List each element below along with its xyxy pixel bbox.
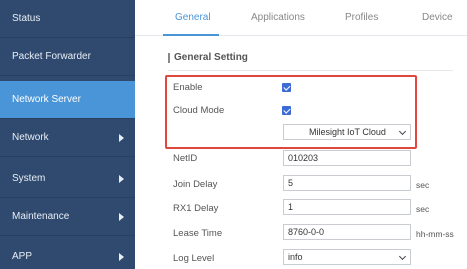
chevron-right-icon bbox=[119, 134, 124, 142]
lease-time-unit: hh-mm-ss bbox=[416, 229, 454, 239]
rx1-delay-unit: sec bbox=[416, 204, 430, 214]
sidebar-item-system[interactable]: System bbox=[0, 160, 135, 198]
sidebar: Status Packet Forwarder Network Server N… bbox=[0, 0, 135, 269]
join-delay-field[interactable]: 5 bbox=[283, 175, 411, 191]
sidebar-item-label: System bbox=[12, 173, 46, 184]
lease-time-value: 8760-0-0 bbox=[288, 227, 325, 237]
join-delay-label: Join Delay bbox=[173, 179, 218, 190]
lease-time-field[interactable]: 8760-0-0 bbox=[283, 224, 411, 240]
tab-bar: General Applications Profiles Device bbox=[135, 0, 467, 36]
rx1-delay-field[interactable]: 1 bbox=[283, 199, 411, 215]
sidebar-item-network[interactable]: Network bbox=[0, 119, 135, 157]
section-divider bbox=[168, 70, 453, 71]
chevron-down-icon bbox=[398, 252, 407, 261]
sidebar-item-maintenance[interactable]: Maintenance bbox=[0, 198, 135, 236]
sidebar-item-label: APP bbox=[12, 251, 33, 262]
active-tab-indicator bbox=[163, 34, 219, 36]
tab-device[interactable]: Device bbox=[422, 12, 453, 23]
highlight-box bbox=[165, 75, 417, 149]
chevron-right-icon bbox=[119, 213, 124, 221]
log-level-value: info bbox=[288, 252, 303, 262]
sidebar-item-app[interactable]: APP bbox=[0, 238, 135, 269]
sidebar-item-label: Network Server bbox=[12, 94, 81, 105]
section-title: General Setting bbox=[168, 53, 248, 63]
sidebar-item-label: Packet Forwarder bbox=[12, 51, 91, 62]
sidebar-item-label: Network bbox=[12, 132, 49, 143]
netid-field[interactable]: 010203 bbox=[283, 150, 411, 166]
lease-time-label: Lease Time bbox=[173, 228, 223, 239]
join-delay-unit: sec bbox=[416, 180, 430, 190]
log-level-select[interactable]: info bbox=[283, 249, 411, 265]
rx1-delay-label: RX1 Delay bbox=[173, 203, 219, 214]
sidebar-item-status[interactable]: Status bbox=[0, 0, 135, 38]
tab-profiles[interactable]: Profiles bbox=[345, 12, 378, 23]
chevron-right-icon bbox=[119, 253, 124, 261]
sidebar-item-label: Maintenance bbox=[12, 211, 70, 222]
sidebar-item-label: Status bbox=[12, 13, 41, 24]
sidebar-item-network-server[interactable]: Network Server bbox=[0, 81, 135, 119]
netid-value: 010203 bbox=[288, 153, 319, 163]
tab-general[interactable]: General bbox=[175, 12, 211, 23]
chevron-right-icon bbox=[119, 175, 124, 183]
log-level-label: Log Level bbox=[173, 253, 215, 264]
netid-label: NetID bbox=[173, 153, 198, 164]
rx1-delay-value: 1 bbox=[288, 202, 294, 212]
join-delay-value: 5 bbox=[288, 178, 294, 188]
sidebar-item-packet-forwarder[interactable]: Packet Forwarder bbox=[0, 38, 135, 76]
tab-applications[interactable]: Applications bbox=[251, 12, 305, 23]
